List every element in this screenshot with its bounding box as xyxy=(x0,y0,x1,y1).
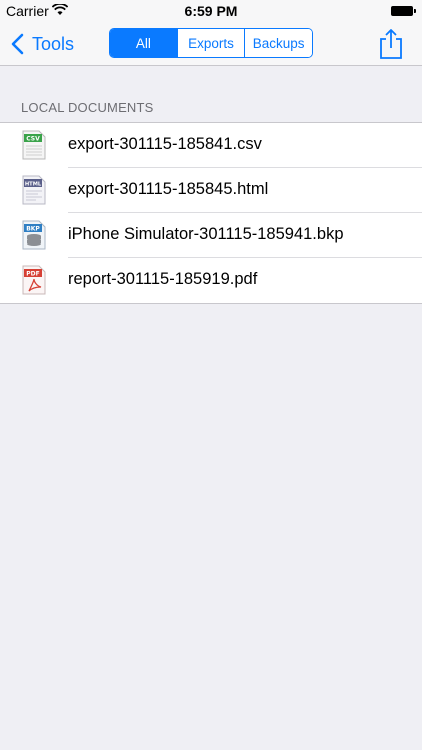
bkp-file-icon: BKP xyxy=(22,220,46,250)
csv-file-icon: CSV xyxy=(22,130,46,160)
segmented-control: All Exports Backups xyxy=(109,28,313,58)
segment-all[interactable]: All xyxy=(110,29,177,57)
pdf-icon-text: PDF xyxy=(26,271,39,278)
navigation-bar: Tools All Exports Backups xyxy=(0,22,422,66)
section-header: LOCAL DOCUMENTS xyxy=(21,100,154,115)
list-item[interactable]: HTML export-301115-185845.html xyxy=(0,168,422,213)
pdf-file-icon: PDF xyxy=(22,265,46,295)
segment-backups[interactable]: Backups xyxy=(244,29,312,57)
file-name: export-301115-185845.html xyxy=(68,180,269,198)
document-list: CSV export-301115-185841.csv HTML export… xyxy=(0,122,422,304)
file-name: iPhone Simulator-301115-185941.bkp xyxy=(68,225,344,243)
back-button-label: Tools xyxy=(32,33,75,54)
file-name: export-301115-185841.csv xyxy=(68,135,262,153)
csv-icon-text: CSV xyxy=(26,136,40,143)
chevron-left-icon xyxy=(11,33,24,55)
segment-exports[interactable]: Exports xyxy=(176,29,245,57)
battery-icon xyxy=(391,6,416,16)
status-time: 6:59 PM xyxy=(184,3,238,19)
status-bar: Carrier 6:59 PM xyxy=(0,0,422,22)
html-icon-text: HTML xyxy=(25,182,42,188)
bkp-icon-text: BKP xyxy=(26,226,40,233)
list-item[interactable]: BKP iPhone Simulator-301115-185941.bkp xyxy=(0,213,422,258)
back-button[interactable]: Tools xyxy=(10,31,74,57)
list-item[interactable]: PDF report-301115-185919.pdf xyxy=(0,258,422,303)
html-file-icon: HTML xyxy=(22,175,46,205)
list-item[interactable]: CSV export-301115-185841.csv xyxy=(0,123,422,168)
share-icon[interactable] xyxy=(378,28,404,60)
file-name: report-301115-185919.pdf xyxy=(68,270,258,288)
